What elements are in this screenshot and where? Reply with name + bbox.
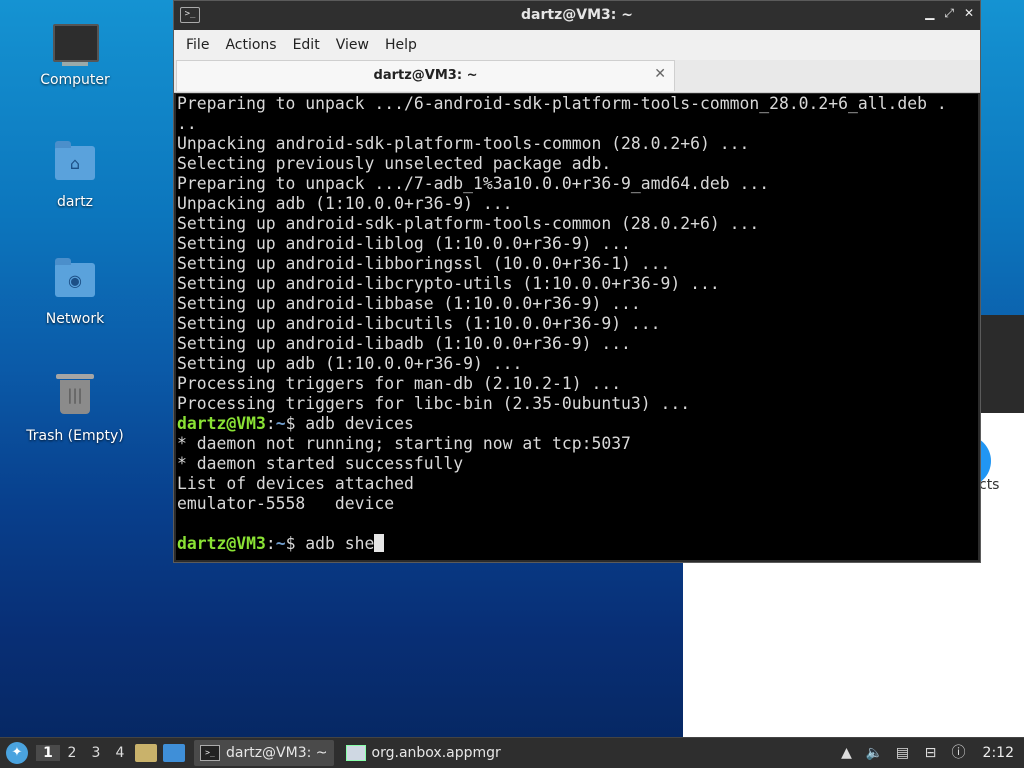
terminal-line: * daemon started successfully [177, 454, 464, 473]
terminal-line: Unpacking adb (1:10.0.0+r36-9) ... [177, 194, 513, 213]
text-cursor [374, 534, 385, 552]
prompt-user: dartz@VM3 [177, 414, 266, 433]
terminal-line: Setting up android-libcrypto-utils (1:10… [177, 274, 720, 293]
background-app-text: cts [979, 477, 1000, 493]
tab-bar: dartz@VM3: ~ ✕ [174, 60, 980, 93]
terminal-line: Setting up android-sdk-platform-tools-co… [177, 214, 760, 233]
terminal-line: Unpacking android-sdk-platform-tools-com… [177, 134, 750, 153]
terminal-line: Setting up android-libbase (1:10.0.0+r36… [177, 294, 641, 313]
terminal-line: Setting up android-liblog (1:10.0.0+r36-… [177, 234, 631, 253]
volume-icon[interactable]: 🔈 [865, 744, 885, 762]
desktop-icon-label: Trash (Empty) [26, 428, 124, 444]
menu-file[interactable]: File [178, 37, 217, 53]
file-manager-icon[interactable] [135, 744, 157, 762]
clipboard-icon[interactable]: ▤ [893, 744, 913, 762]
command-text: $ adb she [285, 534, 375, 553]
menu-view[interactable]: View [328, 37, 377, 53]
window-titlebar[interactable]: >_ dartz@VM3: ~ ▁ ⤢ ✕ [174, 1, 980, 30]
task-terminal[interactable]: >_ dartz@VM3: ~ [194, 740, 334, 766]
tab-label: dartz@VM3: ~ [373, 68, 478, 83]
start-menu-icon[interactable]: ✦ [6, 742, 28, 764]
terminal-line: Processing triggers for libc-bin (2.35-0… [177, 394, 691, 413]
desktop-icon-label: Computer [40, 72, 110, 88]
terminal-line: Preparing to unpack .../7-adb_1%3a10.0.0… [177, 174, 770, 193]
terminal-window[interactable]: >_ dartz@VM3: ~ ▁ ⤢ ✕ File Actions Edit … [173, 0, 981, 563]
minimize-icon[interactable]: ▁ [925, 6, 934, 21]
command-text: $ adb devices [285, 414, 414, 433]
window-title: dartz@VM3: ~ [521, 7, 633, 23]
workspace-1[interactable]: 1 [36, 745, 60, 761]
trash-icon: ||| [53, 374, 97, 424]
terminal-line: emulator-5558 device [177, 494, 395, 513]
terminal-icon: >_ [200, 745, 220, 761]
desktop-icon-home[interactable]: ⌂ dartz [20, 138, 130, 210]
workspace-2[interactable]: 2 [60, 745, 84, 761]
system-tray: ▲ 🔈 ▤ ⊟ ⓘ 2:12 [837, 744, 1024, 762]
terminal-tab[interactable]: dartz@VM3: ~ ✕ [176, 60, 675, 91]
notification-arrow-icon[interactable]: ▲ [837, 744, 857, 762]
terminal-line: Setting up adb (1:10.0.0+r36-9) ... [177, 354, 523, 373]
clock[interactable]: 2:12 [983, 745, 1014, 761]
menu-actions[interactable]: Actions [217, 37, 284, 53]
home-folder-icon: ⌂ [53, 141, 97, 190]
taskbar: ✦ 1 2 3 4 >_ dartz@VM3: ~ org.anbox.appm… [0, 737, 1024, 768]
prompt-user: dartz@VM3 [177, 534, 266, 553]
terminal-line: Setting up android-libcutils (1:10.0.0+r… [177, 314, 661, 333]
close-icon[interactable]: ✕ [964, 6, 974, 21]
menu-help[interactable]: Help [377, 37, 425, 53]
task-label: org.anbox.appmgr [371, 745, 501, 761]
terminal-output[interactable]: Preparing to unpack .../6-android-sdk-pl… [176, 94, 978, 560]
computer-icon [53, 24, 99, 68]
terminal-line: Preparing to unpack .../6-android-sdk-pl… [177, 94, 947, 113]
terminal-text: Preparing to unpack .../6-android-sdk-pl… [177, 94, 947, 553]
tab-close-icon[interactable]: ✕ [654, 66, 666, 82]
window-icon [345, 745, 366, 761]
terminal-line: .. [177, 114, 197, 133]
prompt-path: ~ [275, 414, 286, 433]
network-folder-icon: ◉ [53, 258, 97, 307]
menu-bar: File Actions Edit View Help [174, 30, 980, 60]
terminal-line: List of devices attached [177, 474, 414, 493]
menu-edit[interactable]: Edit [285, 37, 328, 53]
terminal-line: Processing triggers for man-db (2.10.2-1… [177, 374, 622, 393]
prompt-path: ~ [275, 534, 286, 553]
workspace-3[interactable]: 3 [84, 745, 108, 761]
show-desktop-icon[interactable] [163, 744, 185, 762]
workspace-4[interactable]: 4 [108, 745, 132, 761]
task-label: dartz@VM3: ~ [226, 745, 328, 761]
maximize-icon[interactable]: ⤢ [944, 6, 954, 21]
terminal-line: Selecting previously unselected package … [177, 154, 612, 173]
task-anbox-appmgr[interactable]: org.anbox.appmgr [340, 740, 507, 766]
desktop-icon-computer[interactable]: Computer [20, 22, 130, 88]
terminal-line: Setting up android-libadb (1:10.0.0+r36-… [177, 334, 631, 353]
terminal-line: Setting up android-libboringssl (10.0.0+… [177, 254, 671, 273]
desktop-icon-network[interactable]: ◉ Network [20, 255, 130, 327]
desktop-icon-trash[interactable]: ||| Trash (Empty) [20, 372, 130, 444]
desktop-icon-label: Network [45, 311, 105, 327]
terminal-line: * daemon not running; starting now at tc… [177, 434, 631, 453]
network-icon[interactable]: ⊟ [921, 744, 941, 762]
update-notifier-icon[interactable]: ⓘ [949, 744, 969, 762]
desktop-icon-label: dartz [56, 194, 94, 210]
